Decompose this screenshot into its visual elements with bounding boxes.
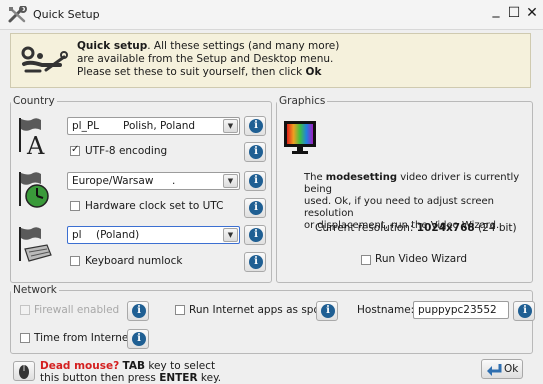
hostname-field[interactable]: puppypc23552 [413, 301, 509, 319]
info-icon: i [132, 332, 146, 346]
timezone-suffix: . [172, 175, 176, 187]
keyboard-info-button[interactable]: i [244, 225, 266, 245]
dead-mouse-hint: Dead mouse? TAB key to select this butto… [40, 360, 222, 384]
keyboard-select[interactable]: pl (Poland) ▼ [67, 226, 240, 244]
info-icon: i [321, 304, 335, 318]
timezone-select[interactable]: Europe/Warsaw . ▼ [67, 172, 240, 190]
locale-info-button[interactable]: i [244, 116, 266, 136]
hwclock-info-button[interactable]: i [244, 198, 266, 218]
info-icon: i [249, 145, 263, 159]
hostname-value: puppypc23552 [418, 304, 497, 316]
intro-banner: Quick setup. All these settings (and man… [10, 33, 531, 88]
numlock-info-button[interactable]: i [244, 252, 266, 272]
info-icon: i [249, 228, 263, 242]
chevron-down-icon[interactable]: ▼ [223, 119, 238, 133]
video-wizard-checkbox[interactable] [361, 255, 371, 265]
firewall-label: Firewall enabled [34, 304, 120, 316]
info-icon: i [132, 304, 146, 318]
window-title: Quick Setup [33, 8, 100, 21]
locale-name: Polish, Poland [123, 120, 196, 132]
numlock-label: Keyboard numlock [85, 255, 183, 267]
ok-label: Ok [504, 363, 519, 375]
firewall-info-button[interactable]: i [127, 301, 149, 321]
graphics-legend: Graphics [279, 95, 326, 107]
hostname-label: Hostname: [357, 304, 415, 316]
flag-clock-icon [19, 172, 49, 208]
chevron-down-icon[interactable]: ▼ [223, 228, 238, 242]
dead-mouse-button[interactable] [13, 361, 35, 381]
svg-text:A: A [26, 132, 45, 156]
utf8-info-button[interactable]: i [244, 142, 266, 162]
ok-arrow-icon [487, 364, 502, 376]
utf8-label: UTF-8 encoding [85, 145, 168, 157]
internet-time-info-button[interactable]: i [127, 329, 149, 349]
locale-select[interactable]: pl_PL Polish, Poland ▼ [67, 117, 240, 135]
video-wizard-label: Run Video Wizard [375, 253, 468, 265]
maximize-button[interactable]: ☐ [506, 5, 522, 21]
current-resolution: Current resolution: 1024x768 (24 bit) [315, 222, 517, 234]
timezone-info-button[interactable]: i [244, 171, 266, 191]
minimize-button[interactable]: _ [488, 2, 504, 18]
chevron-down-icon[interactable]: ▼ [223, 174, 238, 188]
keyboard-name: (Poland) [96, 229, 140, 241]
close-button[interactable]: ✕ [524, 5, 540, 21]
flag-letter-icon: A [19, 118, 45, 156]
info-icon: i [518, 304, 532, 318]
mouse-icon [19, 365, 29, 379]
hostname-info-button[interactable]: i [513, 301, 535, 321]
utf8-checkbox[interactable] [70, 144, 80, 156]
title-bar: Quick Setup _ ☐ ✕ [0, 0, 543, 30]
wrench-setup-icon [21, 46, 68, 73]
numlock-checkbox[interactable] [70, 256, 80, 266]
firewall-checkbox[interactable] [20, 305, 30, 315]
country-legend: Country [13, 95, 55, 107]
internet-time-checkbox[interactable] [20, 333, 30, 343]
internet-time-label: Time from Internet [34, 332, 133, 344]
ok-button[interactable]: Ok [481, 359, 523, 379]
spot-label: Run Internet apps as spot [189, 304, 324, 316]
info-icon: i [249, 119, 263, 133]
flag-keyboard-icon [19, 227, 52, 262]
info-icon: i [249, 174, 263, 188]
hwclock-checkbox[interactable] [70, 201, 80, 211]
spot-info-button[interactable]: i [316, 301, 338, 321]
hwclock-label: Hardware clock set to UTC [85, 200, 224, 212]
info-icon: i [249, 255, 263, 269]
network-legend: Network [13, 284, 57, 296]
banner-text: Quick setup. All these settings (and man… [77, 40, 340, 78]
tools-icon [8, 6, 27, 23]
spot-checkbox[interactable] [175, 305, 185, 315]
info-icon: i [249, 201, 263, 215]
locale-code: pl_PL [72, 120, 100, 132]
keyboard-code: pl [72, 229, 82, 241]
monitor-color-icon [284, 121, 316, 154]
timezone-value: Europe/Warsaw [72, 175, 154, 187]
